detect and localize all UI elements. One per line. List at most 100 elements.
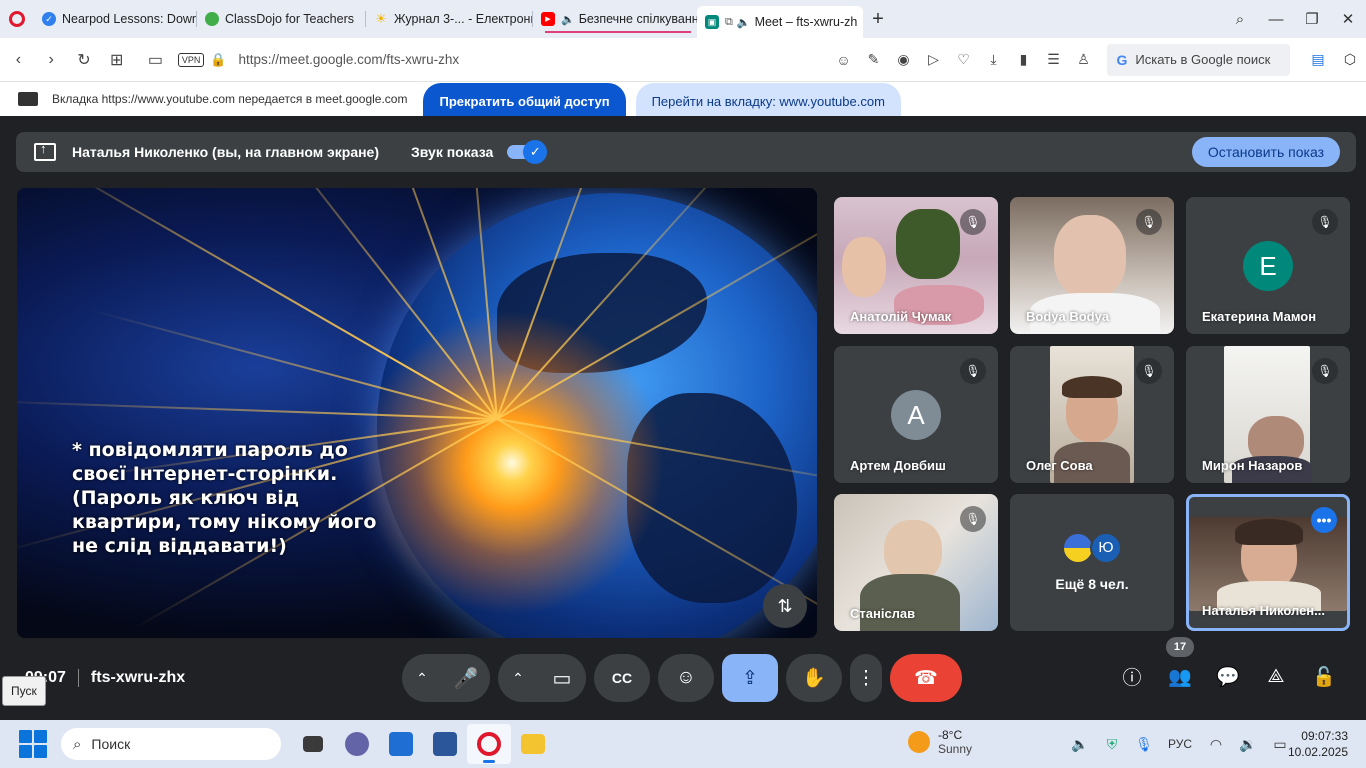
store-icon[interactable] (379, 724, 423, 764)
reload-icon[interactable]: ↻ (68, 50, 101, 70)
tab-label: Журнал 3-... - Електронні (394, 12, 532, 26)
emoji-reaction-icon[interactable]: ☺ (658, 654, 714, 702)
tab-classdojo[interactable]: ClassDojo for Teachers (197, 4, 365, 34)
new-tab-button[interactable]: + (863, 8, 893, 31)
microphone-tray-icon[interactable]: 🎙 (1128, 736, 1160, 753)
opera-logo-icon[interactable] (0, 0, 34, 38)
tab-journal[interactable]: ☀ Журнал 3-... - Електронні (366, 4, 532, 34)
participant-name: Станіслав (850, 606, 916, 621)
url-field[interactable]: https://meet.google.com/fts-xwru-zhx (239, 52, 799, 67)
mic-off-icon: 🎙 (960, 358, 986, 384)
more-participants-tile[interactable]: Ю Ещё 8 чел. (1010, 494, 1174, 631)
opera-taskbar-icon[interactable] (467, 724, 511, 764)
leave-call-icon[interactable]: ☎ (890, 654, 962, 702)
video-camera-icon[interactable]: ▭ (538, 654, 586, 702)
more-participants-label: Ещё 8 чел. (1055, 576, 1129, 592)
side-controls: ⓘ 👥 17 💬 ⟁ 🔓 (1108, 636, 1348, 690)
windows-start-icon[interactable] (19, 730, 47, 758)
tab-youtube[interactable]: ▶ 🔈 Безпечне спілкування (533, 4, 697, 34)
participant-tile[interactable]: 🎙 Анатолій Чумак (834, 197, 998, 334)
clock-date: 10.02.2025 (1287, 745, 1348, 759)
chevron-up-icon[interactable]: ⌃ (402, 670, 442, 687)
more-options-icon[interactable]: ⋮ (850, 654, 882, 702)
wifi-icon[interactable]: ◠ (1200, 736, 1232, 753)
activities-icon[interactable]: ⟁ (1252, 666, 1300, 688)
cube-icon[interactable]: ⬡ (1334, 51, 1366, 68)
lock-icon[interactable]: 🔒 (210, 52, 226, 68)
taskbar-search-label: Поиск (91, 736, 131, 752)
back-icon[interactable]: ‹ (2, 51, 35, 69)
presenter-name: Наталья Николенко (вы, на главном экране… (72, 144, 380, 160)
sound-toggle[interactable]: ✓ (507, 140, 548, 164)
address-bar-actions: ☺ ✎ ◉ ▷ ♡ ⤓ ▮ ☰ ♙ (829, 51, 1099, 68)
info-icon[interactable]: ⓘ (1108, 663, 1156, 690)
menu-icon[interactable]: ☰ (1039, 51, 1069, 68)
classdojo-favicon-icon (205, 12, 219, 26)
chat-app-icon[interactable] (335, 724, 379, 764)
go-to-tab-button[interactable]: Перейти на вкладку: www.youtube.com (635, 83, 901, 119)
language-indicator[interactable]: РУС (1160, 737, 1200, 751)
participant-name: Олег Сова (1026, 458, 1093, 473)
google-icon: G (1116, 51, 1128, 68)
avatar: Ю (1090, 532, 1122, 564)
workspace-icon[interactable]: ▤ (1302, 51, 1334, 68)
participant-tile[interactable]: 🎙 Bodya Bodya (1010, 197, 1174, 334)
self-tile[interactable]: ••• Наталья Николен... (1186, 494, 1350, 631)
restore-icon[interactable]: ❐ (1294, 10, 1330, 28)
more-options-icon[interactable]: ••• (1311, 507, 1337, 533)
swap-icon[interactable]: ⇅ (763, 584, 807, 628)
participant-tile[interactable]: 🎙 Мирон Назаров (1186, 346, 1350, 483)
player-icon[interactable]: ▷ (919, 51, 949, 68)
present-screen-icon (34, 141, 56, 161)
speed-dial-icon[interactable]: ⊞ (100, 50, 133, 70)
tab-nearpod[interactable]: ✓ Nearpod Lessons: Downlo (34, 4, 196, 34)
participant-tile[interactable]: 🎙 Олег Сова (1010, 346, 1174, 483)
tab-label: Nearpod Lessons: Downlo (62, 12, 196, 26)
participant-tile[interactable]: 🎙 E Екатерина Мамон (1186, 197, 1350, 334)
participant-tile[interactable]: 🎙 Станіслав (834, 494, 998, 631)
participant-name: Екатерина Мамон (1202, 309, 1317, 324)
chevron-up-icon[interactable]: ⌃ (498, 670, 538, 687)
present-now-icon[interactable]: ⇪ (722, 654, 778, 702)
captions-icon[interactable]: CC (594, 654, 650, 702)
profile-icon[interactable]: ♙ (1069, 51, 1099, 68)
vpn-badge[interactable]: VPN (177, 52, 205, 67)
camera-icon[interactable]: ▭ (139, 50, 172, 70)
participant-tile[interactable]: 🎙 A Артем Довбиш (834, 346, 998, 483)
sidebar-toggles: ▤ ⬡ (1302, 51, 1366, 68)
avatar: A (891, 390, 941, 440)
heart-icon[interactable]: ♡ (949, 51, 979, 68)
people-icon[interactable]: 👥 17 (1156, 636, 1204, 689)
address-bar: ‹ › ↻ ⊞ ▭ VPN 🔒 https://meet.google.com/… (0, 38, 1366, 82)
host-controls-icon[interactable]: 🔓 (1300, 665, 1348, 689)
chat-icon[interactable]: 💬 (1204, 665, 1252, 689)
battery-icon[interactable]: ▮ (1009, 51, 1039, 68)
emoji-icon[interactable]: ☺ (829, 52, 859, 68)
tab-label: Meet – fts-xwru-zh (754, 15, 858, 29)
edit-icon[interactable]: ✎ (859, 51, 889, 68)
clock[interactable]: 09:07:33 10.02.2025 (1288, 728, 1348, 760)
snapshot-icon[interactable]: ◉ (889, 51, 919, 68)
google-search-field[interactable]: G Искать в Google поиск (1106, 43, 1290, 76)
task-view-icon[interactable] (291, 724, 335, 764)
taskbar-search-input[interactable]: ⌕ Поиск (61, 728, 281, 760)
search-tabs-icon[interactable]: ⌕ (1222, 11, 1258, 28)
stop-sharing-button[interactable]: Прекратить общий доступ (423, 83, 626, 119)
speaker-icon[interactable]: 🔉 (1232, 736, 1264, 753)
weather-condition: Sunny (938, 742, 973, 756)
search-placeholder: Искать в Google поиск (1135, 52, 1271, 67)
download-icon[interactable]: ⤓ (979, 51, 1009, 68)
tab-meet[interactable]: ▣ ⧉ 🔈 Meet – fts-xwru-zh (697, 6, 863, 38)
word-icon[interactable] (423, 724, 467, 764)
microphone-icon[interactable]: 🎤 (442, 654, 490, 702)
volume-muted-icon[interactable]: 🔈 (1064, 736, 1096, 753)
security-icon[interactable]: ⛨ (1096, 736, 1128, 753)
forward-icon[interactable]: › (35, 51, 68, 69)
raise-hand-icon[interactable]: ✋ (786, 654, 842, 702)
slide-caption: * повідомляти пароль до своєї Інтернет-с… (72, 439, 377, 557)
stop-presenting-button[interactable]: Остановить показ (1191, 137, 1340, 167)
weather-widget[interactable]: -8°C Sunny (908, 728, 972, 756)
minimize-icon[interactable]: — (1258, 11, 1294, 28)
close-icon[interactable]: ✕ (1330, 10, 1366, 28)
file-explorer-icon[interactable] (511, 724, 555, 764)
